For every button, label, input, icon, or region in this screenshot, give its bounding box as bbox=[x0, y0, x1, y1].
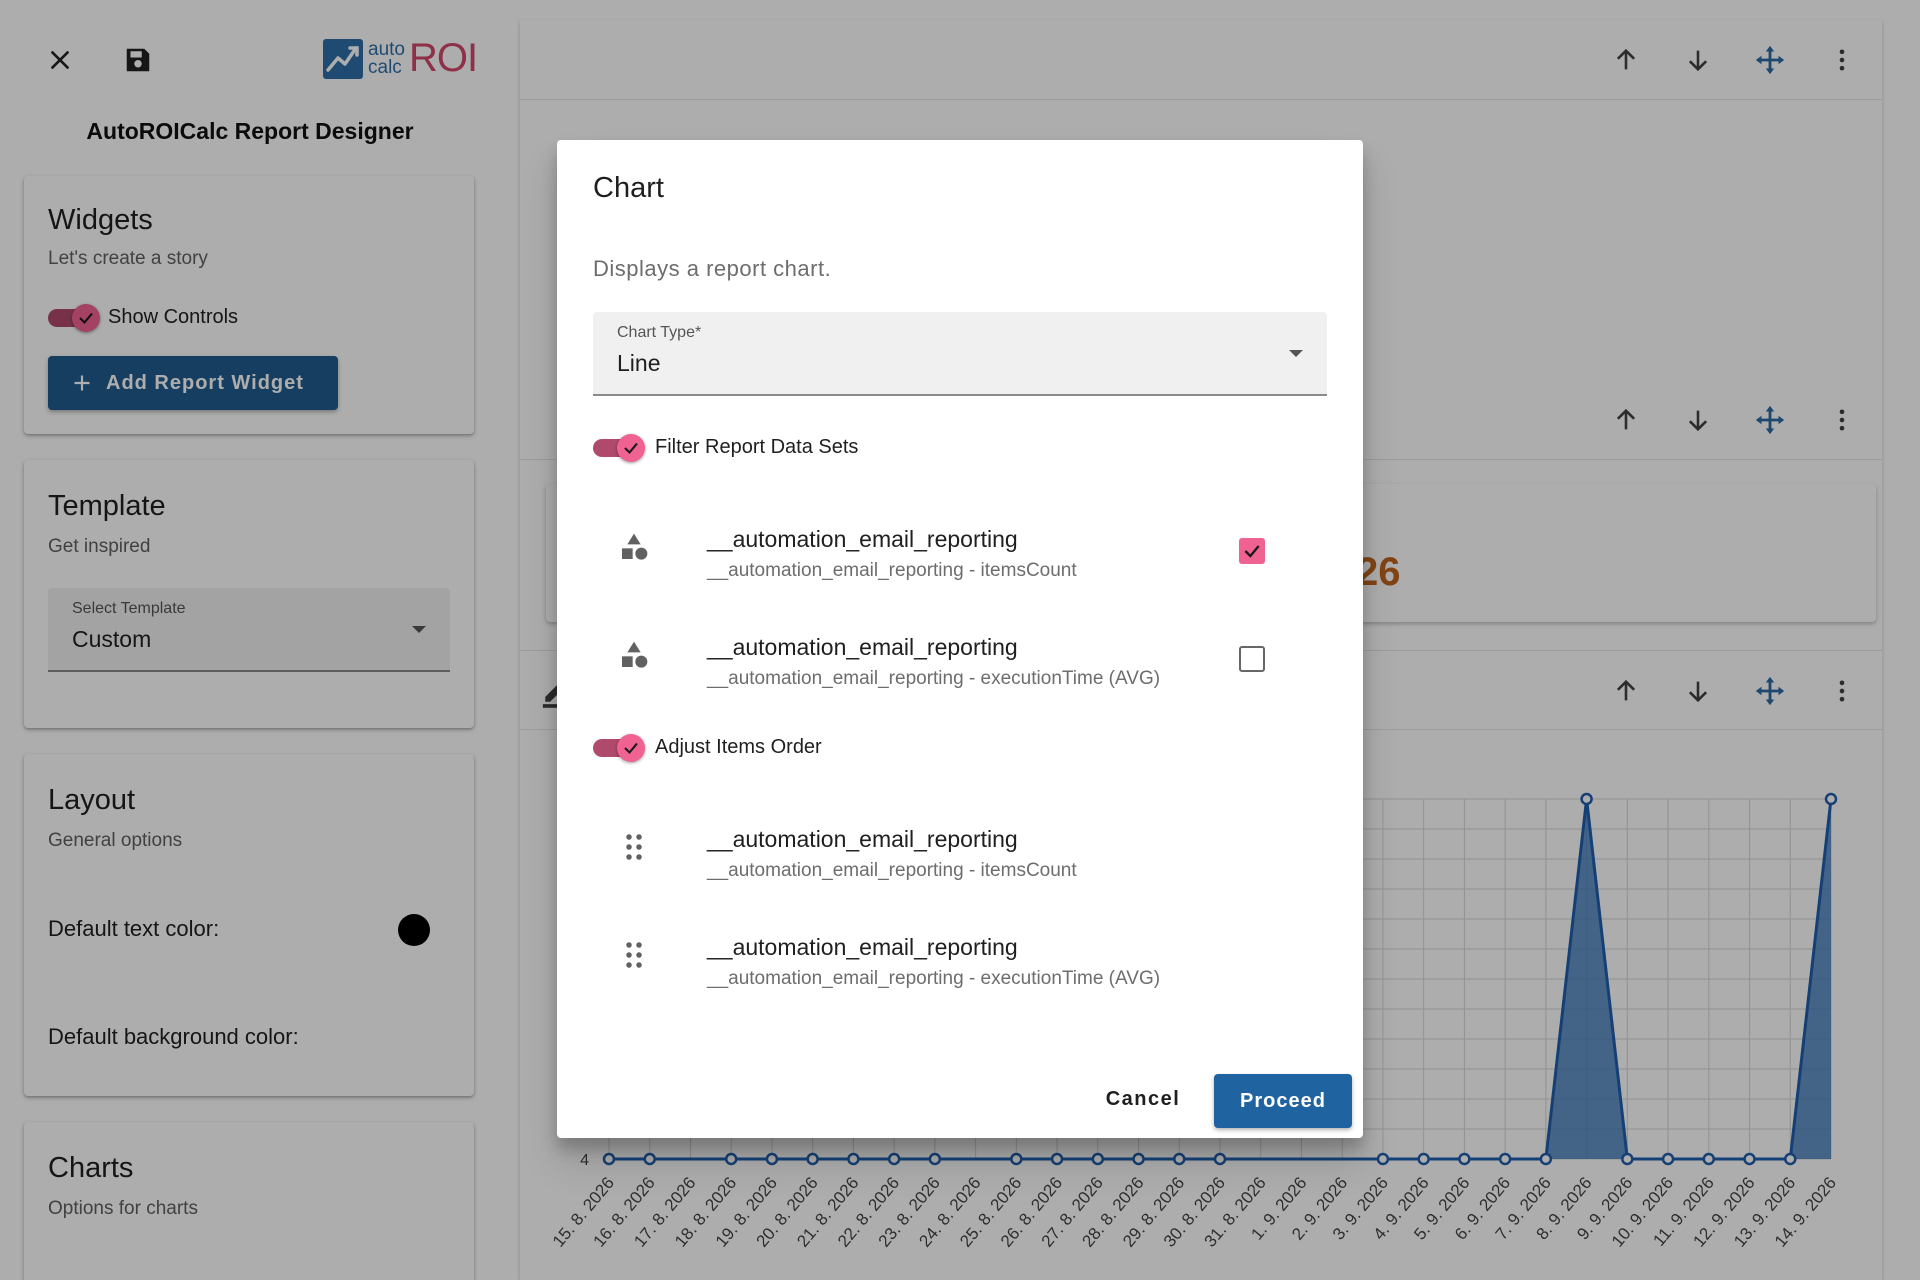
filter-datasets-toggle[interactable] bbox=[593, 434, 645, 462]
dataset-item[interactable]: __automation_email_reporting __automatio… bbox=[593, 514, 1327, 604]
proceed-label: Proceed bbox=[1240, 1089, 1326, 1112]
order-item-subtitle: __automation_email_reporting - execution… bbox=[707, 968, 1161, 989]
check-icon bbox=[624, 742, 638, 755]
order-item-title: __automation_email_reporting bbox=[707, 934, 1018, 960]
dialog-title: Chart bbox=[593, 172, 664, 204]
dataset-title: __automation_email_reporting bbox=[707, 634, 1018, 660]
category-shapes-icon bbox=[617, 638, 651, 672]
chevron-down-icon bbox=[1289, 350, 1303, 357]
cancel-button[interactable]: Cancel bbox=[1093, 1072, 1193, 1126]
proceed-button[interactable]: Proceed bbox=[1214, 1074, 1352, 1128]
adjust-order-label: Adjust Items Order bbox=[655, 735, 822, 758]
category-shapes-icon bbox=[617, 530, 651, 564]
filter-datasets-label: Filter Report Data Sets bbox=[655, 435, 859, 458]
dataset-checkbox[interactable] bbox=[1239, 538, 1265, 564]
chart-type-value: Line bbox=[617, 350, 661, 376]
drag-handle-icon[interactable] bbox=[617, 938, 651, 972]
adjust-order-toggle[interactable] bbox=[593, 734, 645, 762]
filter-datasets-row: Filter Report Data Sets bbox=[593, 434, 859, 462]
check-icon bbox=[1244, 545, 1260, 558]
drag-handle-icon[interactable] bbox=[617, 830, 651, 864]
chart-type-label: Chart Type* bbox=[617, 324, 702, 341]
order-item-subtitle: __automation_email_reporting - itemsCoun… bbox=[707, 860, 1077, 881]
order-item[interactable]: __automation_email_reporting __automatio… bbox=[593, 814, 1327, 904]
adjust-order-row: Adjust Items Order bbox=[593, 734, 822, 762]
dataset-item[interactable]: __automation_email_reporting __automatio… bbox=[593, 622, 1327, 712]
dataset-title: __automation_email_reporting bbox=[707, 526, 1018, 552]
dataset-subtitle: __automation_email_reporting - execution… bbox=[707, 668, 1161, 689]
chart-type-select[interactable]: Chart Type* Line bbox=[593, 312, 1327, 396]
order-item-title: __automation_email_reporting bbox=[707, 826, 1018, 852]
dialog-description: Displays a report chart. bbox=[593, 256, 832, 281]
check-icon bbox=[624, 442, 638, 455]
order-item[interactable]: __automation_email_reporting __automatio… bbox=[593, 922, 1327, 1012]
dataset-checkbox[interactable] bbox=[1239, 646, 1265, 672]
dataset-subtitle: __automation_email_reporting - itemsCoun… bbox=[707, 560, 1077, 581]
chart-dialog: Chart Displays a report chart. Chart Typ… bbox=[557, 140, 1363, 1138]
